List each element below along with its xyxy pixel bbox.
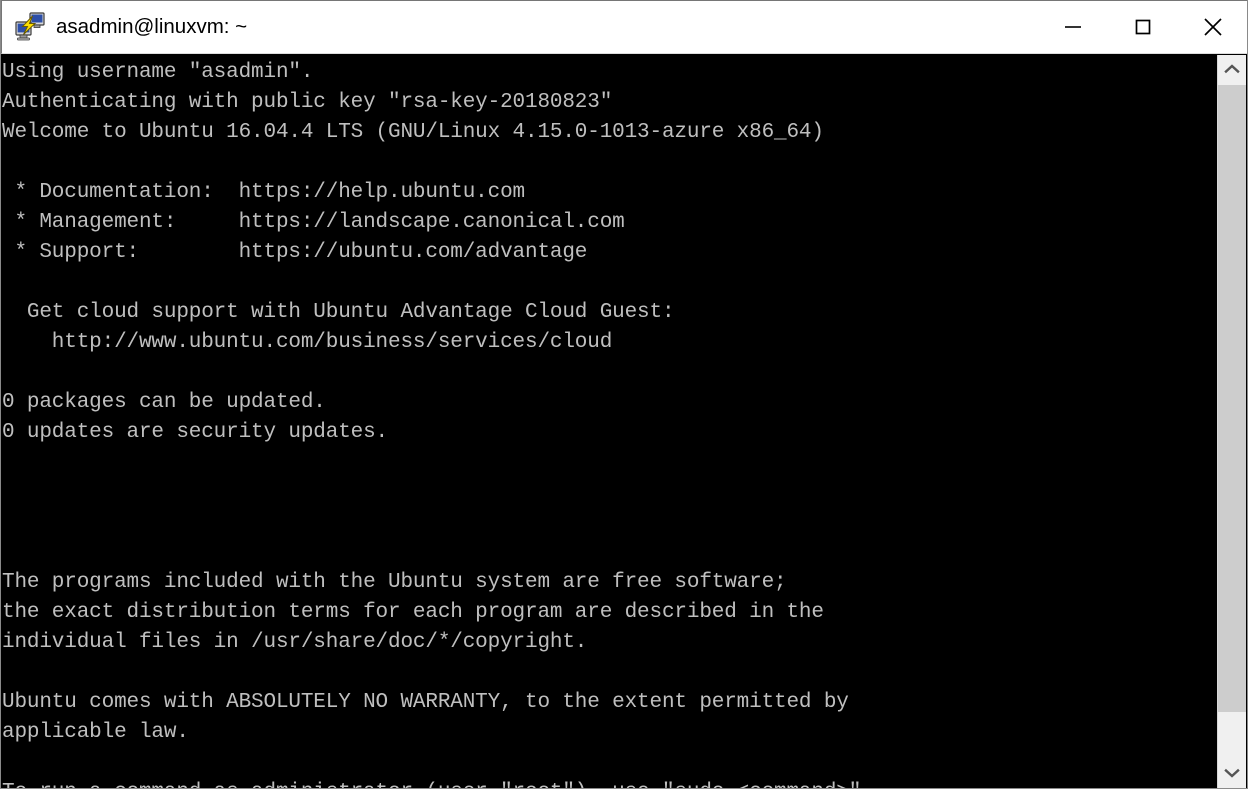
maximize-icon	[1131, 15, 1155, 39]
chevron-down-icon	[1224, 765, 1240, 783]
scrollbar-thumb[interactable]	[1218, 85, 1246, 712]
window-controls	[1038, 1, 1247, 53]
terminal-line: * Documentation: https://help.ubuntu.com	[2, 181, 525, 204]
terminal-line: 0 updates are security updates.	[2, 421, 389, 444]
terminal-line: The programs included with the Ubuntu sy…	[2, 571, 787, 594]
scroll-up-button[interactable]	[1218, 55, 1246, 84]
terminal-line: Welcome to Ubuntu 16.04.4 LTS (GNU/Linux…	[2, 121, 824, 144]
terminal-line: 0 packages can be updated.	[2, 391, 326, 414]
maximize-button[interactable]	[1108, 1, 1178, 53]
window-title: asadmin@linuxvm: ~	[56, 15, 248, 38]
putty-window: asadmin@linuxvm: ~ Using username "asadm…	[0, 0, 1248, 789]
terminal-line: the exact distribution terms for each pr…	[2, 601, 824, 624]
terminal-line: http://www.ubuntu.com/business/services/…	[2, 331, 613, 354]
titlebar-left-group: asadmin@linuxvm: ~	[2, 1, 1038, 53]
putty-icon	[14, 11, 46, 43]
terminal-line: applicable law.	[2, 721, 189, 744]
terminal-line: individual files in /usr/share/doc/*/cop…	[2, 631, 588, 654]
terminal-line: Ubuntu comes with ABSOLUTELY NO WARRANTY…	[2, 691, 849, 714]
chevron-up-icon	[1224, 61, 1240, 79]
terminal-line: Get cloud support with Ubuntu Advantage …	[2, 301, 675, 324]
scroll-down-button[interactable]	[1218, 759, 1246, 788]
terminal-line: * Support: https://ubuntu.com/advantage	[2, 241, 588, 264]
minimize-icon	[1061, 15, 1085, 39]
close-button[interactable]	[1178, 1, 1247, 53]
terminal-line: Using username "asadmin".	[2, 61, 314, 84]
terminal-output[interactable]: Using username "asadmin". Authenticating …	[2, 55, 1219, 788]
vertical-scrollbar[interactable]	[1217, 55, 1246, 788]
terminal-line: Authenticating with public key "rsa-key-…	[2, 91, 613, 114]
terminal-text: Using username "asadmin". Authenticating …	[2, 58, 1219, 788]
close-icon	[1200, 14, 1226, 40]
terminal-line: To run a command as administrator (user …	[2, 778, 1219, 788]
window-titlebar[interactable]: asadmin@linuxvm: ~	[1, 0, 1247, 54]
minimize-button[interactable]	[1038, 1, 1108, 53]
terminal-line: * Management: https://landscape.canonica…	[2, 211, 625, 234]
